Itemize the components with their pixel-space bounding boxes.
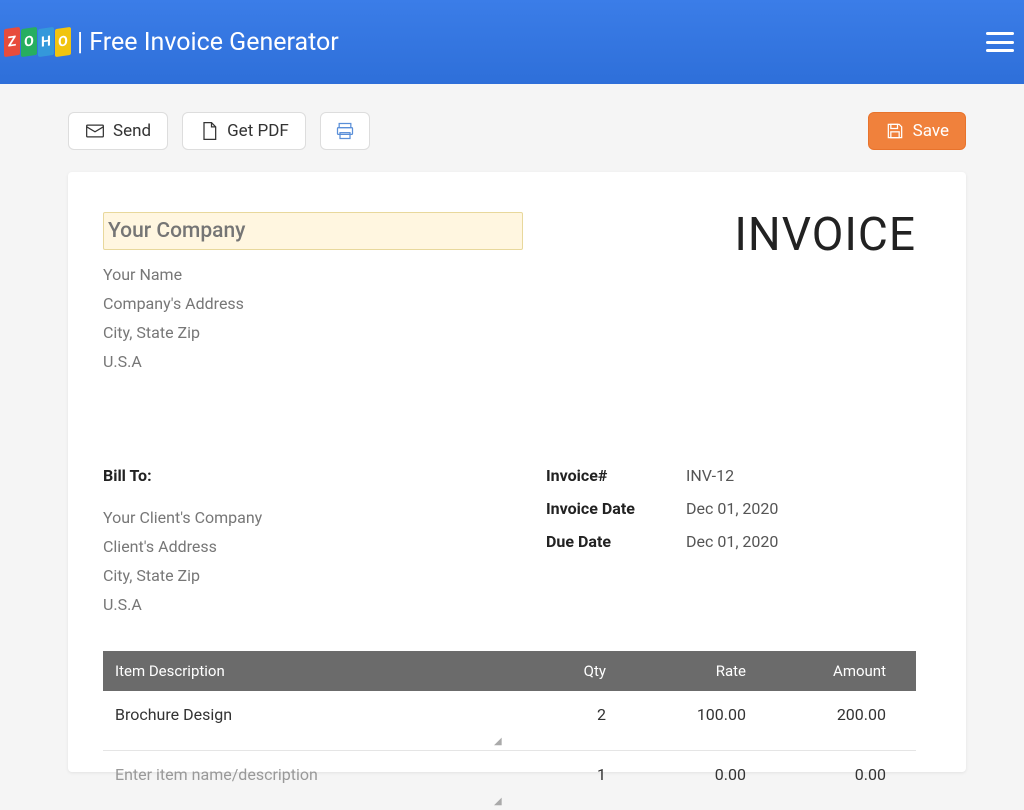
zoho-logo[interactable]: Z O H O (4, 28, 71, 56)
invoice-number-label: Invoice# (546, 466, 686, 485)
save-button-label: Save (913, 121, 949, 141)
invoice-top-row: Your Name Company's Address City, State … (103, 212, 916, 376)
invoice-meta-block: Invoice# INV-12 Invoice Date Dec 01, 202… (546, 466, 916, 619)
toolbar-left-group: Send Get PDF (68, 112, 370, 150)
send-button[interactable]: Send (68, 112, 168, 150)
bill-to-block: Bill To: Your Client's Company Client's … (103, 466, 506, 619)
logo-letter-o1: O (21, 27, 37, 57)
item-amount-cell: 200.00 (766, 705, 906, 724)
billto-citystate-field[interactable]: City, State Zip (103, 561, 506, 590)
send-button-label: Send (113, 121, 151, 141)
from-citystate-field[interactable]: City, State Zip (103, 318, 523, 347)
header-qty: Qty (506, 662, 626, 680)
header-amount: Amount (766, 662, 906, 680)
hamburger-menu-icon[interactable] (986, 32, 1014, 52)
company-name-input[interactable] (103, 212, 523, 250)
item-rate-cell[interactable]: 100.00 (626, 705, 766, 724)
bill-to-label: Bill To: (103, 466, 506, 485)
billto-address-field[interactable]: Client's Address (103, 532, 506, 561)
invoice-number-value[interactable]: INV-12 (686, 466, 734, 485)
item-description-text: Brochure Design (115, 705, 232, 724)
invoice-title[interactable]: INVOICE (734, 208, 916, 262)
table-row: Enter item name/description ◢ 1 0.00 0.0… (103, 751, 916, 810)
logo-area: Z O H O | Free Invoice Generator (4, 28, 339, 57)
file-icon (199, 121, 219, 141)
billto-company-field[interactable]: Your Client's Company (103, 503, 506, 532)
header-item-description: Item Description (113, 662, 506, 680)
header-title: | Free Invoice Generator (77, 28, 339, 57)
invoice-date-label: Invoice Date (546, 499, 686, 518)
bill-meta-row: Bill To: Your Client's Company Client's … (103, 466, 916, 619)
table-header: Item Description Qty Rate Amount (103, 651, 916, 691)
due-date-label: Due Date (546, 532, 686, 551)
items-table: Item Description Qty Rate Amount Brochur… (103, 651, 916, 810)
header-rate: Rate (626, 662, 766, 680)
save-button[interactable]: Save (868, 112, 966, 150)
mail-icon (85, 121, 105, 141)
get-pdf-button-label: Get PDF (227, 121, 289, 141)
from-company-block: Your Name Company's Address City, State … (103, 212, 523, 376)
due-date-value[interactable]: Dec 01, 2020 (686, 532, 778, 551)
logo-letter-z: Z (4, 27, 20, 57)
logo-letter-o2: O (55, 27, 71, 57)
from-country-field[interactable]: U.S.A (103, 347, 523, 376)
from-name-field[interactable]: Your Name (103, 260, 523, 289)
invoice-card: Your Name Company's Address City, State … (68, 172, 966, 772)
meta-row-number: Invoice# INV-12 (546, 466, 916, 485)
from-address-field[interactable]: Company's Address (103, 289, 523, 318)
get-pdf-button[interactable]: Get PDF (182, 112, 306, 150)
billto-country-field[interactable]: U.S.A (103, 590, 506, 619)
app-header: Z O H O | Free Invoice Generator (0, 0, 1024, 84)
invoice-date-value[interactable]: Dec 01, 2020 (686, 499, 778, 518)
resize-handle-icon[interactable]: ◢ (494, 796, 502, 804)
resize-handle-icon[interactable]: ◢ (494, 736, 502, 744)
meta-row-due: Due Date Dec 01, 2020 (546, 532, 916, 551)
print-button[interactable] (320, 112, 370, 150)
print-icon (335, 121, 355, 141)
toolbar: Send Get PDF Save (0, 84, 1024, 150)
table-row: Brochure Design ◢ 2 100.00 200.00 (103, 691, 916, 751)
item-qty-cell[interactable]: 2 (506, 705, 626, 724)
meta-row-date: Invoice Date Dec 01, 2020 (546, 499, 916, 518)
item-description-cell[interactable]: Brochure Design ◢ (113, 705, 506, 724)
logo-letter-h: H (38, 27, 54, 57)
save-icon (885, 121, 905, 141)
